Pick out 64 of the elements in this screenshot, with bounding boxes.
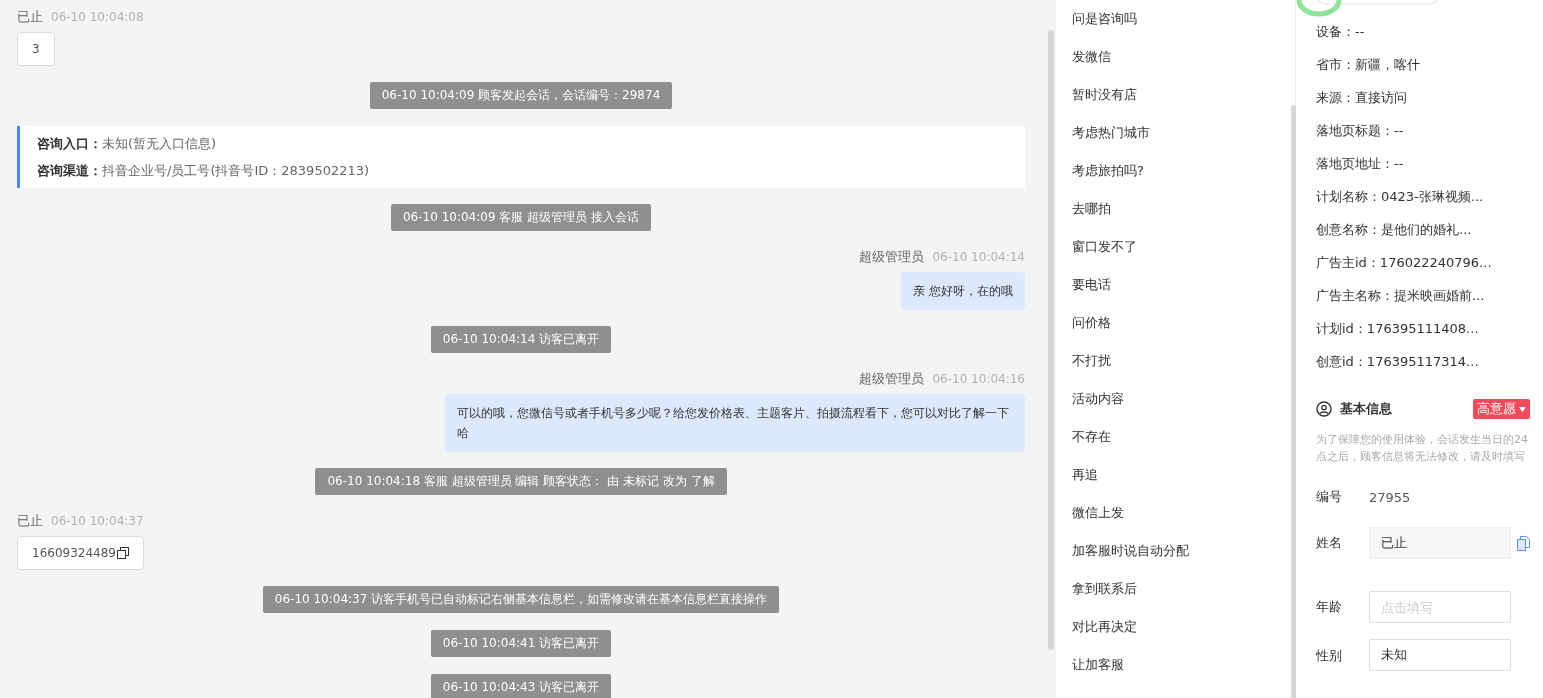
scrollbar-thumb[interactable]	[1048, 30, 1054, 650]
system-notice: 06-10 10:04:37 访客手机号已自动标记右侧基本信息栏，如需修改请在基本信息栏直接操作	[262, 586, 780, 613]
visitor-info-line: 计划id：176395111408...	[1316, 320, 1480, 338]
visitor-info-line: 设备：--	[1316, 23, 1366, 41]
system-notice: 06-10 10:04:14 访客已离开	[430, 326, 612, 353]
system-notice: 06-10 10:04:18 客服 超级管理员 编辑 顾客状态： 由 未标记 改为 了解	[315, 468, 727, 495]
quick-reply-item[interactable]: 考虑热门城市	[1072, 122, 1295, 160]
copy-icon[interactable]	[117, 547, 129, 559]
quick-reply-item[interactable]: 考虑旅拍吗?	[1072, 160, 1295, 198]
visitor-info-line: 省市：新疆，喀什	[1316, 56, 1421, 74]
system-notice: 06-10 10:04:09 顾客发起会话，会话编号：29874	[369, 82, 673, 109]
agent-message: 可以的哦，您微信号或者手机号多少呢？给您发价格表、主题客片、拍摄流程看下，您可以对比了解一下哈	[445, 394, 1025, 452]
visitor-info-line: 广告主名称：提米映画婚前...	[1316, 287, 1486, 305]
visitor-name: 已止	[17, 512, 43, 530]
agent-message: 亲 您好呀，在的哦	[901, 272, 1025, 310]
notice-text: 为了保障您的使用体验，会话发生当日的24点之后，顾客信息将无法修改，请及时填写	[1316, 432, 1529, 465]
intent-tag-dropdown[interactable]: 高意愿	[1473, 399, 1530, 419]
agent-name: 超级管理员	[859, 370, 925, 388]
name-field[interactable]: 已止	[1369, 527, 1511, 559]
quick-reply-item[interactable]: 活动内容	[1072, 388, 1295, 426]
message-time: 06-10 10:04:16	[932, 372, 1025, 386]
agent-name: 超级管理员	[859, 248, 925, 266]
quick-reply-item[interactable]: 微信上发	[1072, 502, 1295, 540]
quick-reply-item[interactable]: 让加客服	[1072, 654, 1295, 692]
quick-reply-item[interactable]: 要电话	[1072, 274, 1295, 312]
user-circle-icon	[1316, 401, 1332, 417]
visitor-info-line: 来源：直接访问	[1316, 89, 1408, 107]
section-title: 基本信息	[1340, 400, 1392, 418]
quick-reply-item[interactable]: 暂时没有店	[1072, 84, 1295, 122]
quick-reply-item[interactable]: 加客服时说自动分配	[1072, 540, 1295, 578]
quick-reply-item[interactable]: 不打扰	[1072, 350, 1295, 388]
visitor-info-line: 计划名称：0423-张琳视频...	[1316, 188, 1485, 206]
system-notice: 06-10 10:04:41 访客已离开	[430, 630, 612, 657]
quick-reply-item[interactable]: 不存在	[1072, 426, 1295, 464]
visitor-message: 16609324489	[17, 536, 144, 570]
quick-reply-item[interactable]: 窗口发不了	[1072, 236, 1295, 274]
entry-info-line: 咨询入口：未知(暂无入口信息)	[37, 135, 218, 153]
visitor-info-line: 落地页标题：--	[1316, 122, 1405, 140]
entry-info-line: 咨询渠道：抖音企业号/员工号(抖音号ID：2839502213)	[37, 162, 371, 180]
visitor-info-line: 广告主id：176022240796...	[1316, 254, 1493, 272]
message-time: 06-10 10:04:08	[51, 10, 144, 24]
quick-reply-item[interactable]: 问是咨询吗	[1072, 8, 1295, 46]
quick-reply-item[interactable]: 发微信	[1072, 46, 1295, 84]
field-label: 年龄	[1316, 598, 1343, 616]
system-notice: 06-10 10:04:43 访客已离开	[430, 674, 612, 698]
field-label: 编号	[1316, 488, 1343, 506]
message-time: 06-10 10:04:37	[51, 514, 144, 528]
visitor-info-line: 落地页地址：--	[1316, 155, 1405, 173]
quick-reply-item[interactable]: 问价格	[1072, 312, 1295, 350]
field-label: 性别	[1316, 647, 1343, 665]
quick-reply-item[interactable]: 去哪拍	[1072, 198, 1295, 236]
message-time: 06-10 10:04:14	[932, 250, 1025, 264]
system-notice: 06-10 10:04:09 客服 超级管理员 接入会话	[391, 204, 651, 231]
quick-reply-item[interactable]: 再追	[1072, 464, 1295, 502]
quick-reply-item[interactable]: 拿到联系后	[1072, 578, 1295, 616]
gender-select[interactable]: 未知	[1369, 639, 1511, 671]
visitor-name: 已止	[17, 8, 43, 26]
visitor-info-line: 创意id：176395117314...	[1316, 353, 1480, 371]
visitor-info-line: 创意名称：是他们的婚礼...	[1316, 221, 1473, 239]
field-label: 姓名	[1316, 534, 1343, 552]
visitor-message: 3	[17, 32, 55, 66]
caret-icon	[1519, 406, 1526, 412]
quick-reply-item[interactable]: 对比再决定	[1072, 616, 1295, 654]
field-value: 27955	[1369, 489, 1411, 505]
